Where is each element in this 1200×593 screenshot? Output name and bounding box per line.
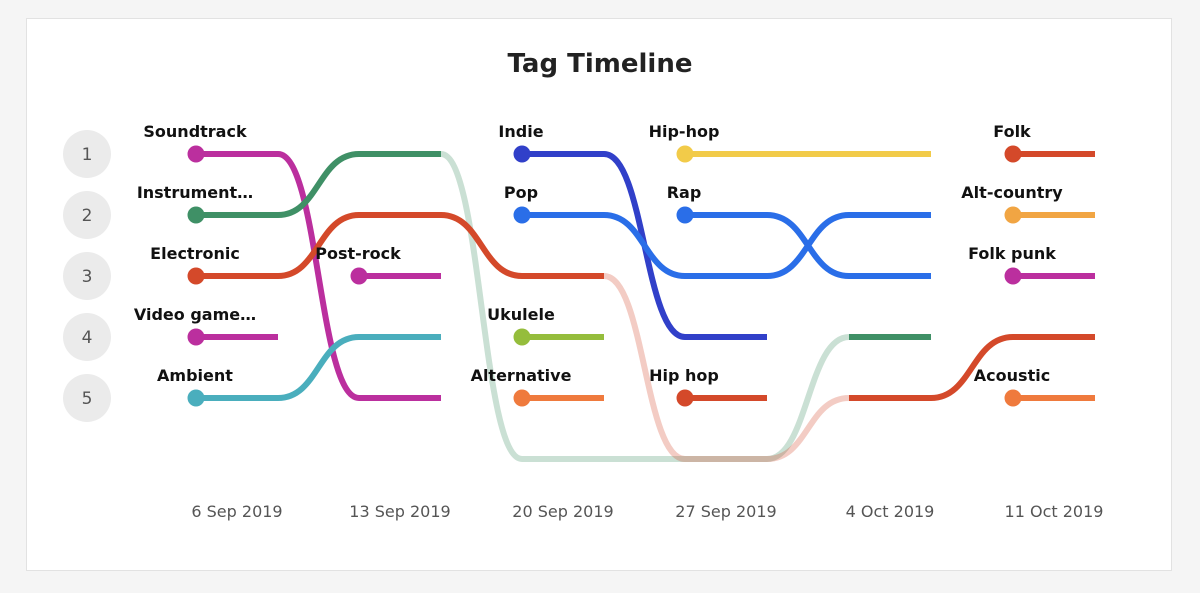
chart-title: Tag Timeline [508, 49, 693, 79]
series-rap [685, 212, 931, 279]
series-pop [522, 212, 931, 279]
rank-badges: 1 2 3 4 5 [63, 130, 111, 422]
series-dot-indie [513, 145, 531, 163]
x-axis-labels: 6 Sep 2019 13 Sep 2019 20 Sep 2019 27 Sep 2… [191, 502, 1103, 521]
series-dot-alt-country [1004, 206, 1022, 224]
rank-label-2: 2 [82, 206, 93, 226]
series-lines [196, 150, 1095, 463]
series-label-hip-hop: Hip-hop [649, 122, 720, 141]
series-dot-folk-punk [1004, 267, 1022, 285]
series-label-alt-country: Alt-country [961, 183, 1063, 202]
series-label-pop: Pop [504, 183, 538, 202]
series-dot-video-game [187, 328, 205, 346]
series-dot-hip-hop [676, 389, 694, 407]
series-dot-alternative [513, 389, 531, 407]
series-label-instrument: Instrument… [137, 183, 253, 202]
x-tick-label: 20 Sep 2019 [512, 502, 613, 521]
series-transition [603, 212, 686, 279]
rank-label-3: 3 [82, 267, 93, 287]
x-tick-label: 27 Sep 2019 [675, 502, 776, 521]
series-transition [766, 212, 850, 279]
series-label-ambient: Ambient [157, 366, 233, 385]
series-dot-acoustic [1004, 389, 1022, 407]
series-dot-ukulele [513, 328, 531, 346]
series-label-acoustic: Acoustic [974, 366, 1050, 385]
series-dot-pop [513, 206, 531, 224]
series-label-folk-punk: Folk punk [968, 244, 1056, 263]
series-label-rap: Rap [667, 183, 702, 202]
series-dot-ambient [187, 389, 205, 407]
series-dot-soundtrack [187, 145, 205, 163]
series-label-alternative: Alternative [471, 366, 572, 385]
rank-label-4: 4 [82, 328, 93, 348]
series-dot-electronic [187, 267, 205, 285]
bump-chart: Tag Timeline 1 2 3 4 5 Soundtrack Instrument…… [63, 49, 1103, 521]
series-transition [440, 212, 523, 279]
x-tick-label: 11 Oct 2019 [1005, 502, 1104, 521]
x-tick-label: 13 Sep 2019 [349, 502, 450, 521]
series-label-folk: Folk [993, 122, 1031, 141]
rank-label-1: 1 [82, 145, 93, 165]
series-dot-folk [1004, 145, 1022, 163]
series-labels: Soundtrack Instrument… Electronic Video gam… [134, 122, 1063, 385]
series-dot-hip-hop [676, 145, 694, 163]
series-label-post-rock: Post-rock [315, 244, 401, 263]
series-label-soundtrack: Soundtrack [143, 122, 247, 141]
rank-label-5: 5 [82, 389, 93, 409]
series-label-electronic: Electronic [150, 244, 240, 263]
series-label-ukulele: Ukulele [487, 305, 555, 324]
series-dot-post-rock [350, 267, 368, 285]
series-label-indie: Indie [498, 122, 543, 141]
series-dot-rap [676, 206, 694, 224]
x-tick-label: 4 Oct 2019 [846, 502, 935, 521]
series-label-video-game: Video game… [134, 305, 256, 324]
series-label-hip-hop: Hip hop [649, 366, 719, 385]
x-tick-label: 6 Sep 2019 [191, 502, 282, 521]
series-dot-instrument [187, 206, 205, 224]
